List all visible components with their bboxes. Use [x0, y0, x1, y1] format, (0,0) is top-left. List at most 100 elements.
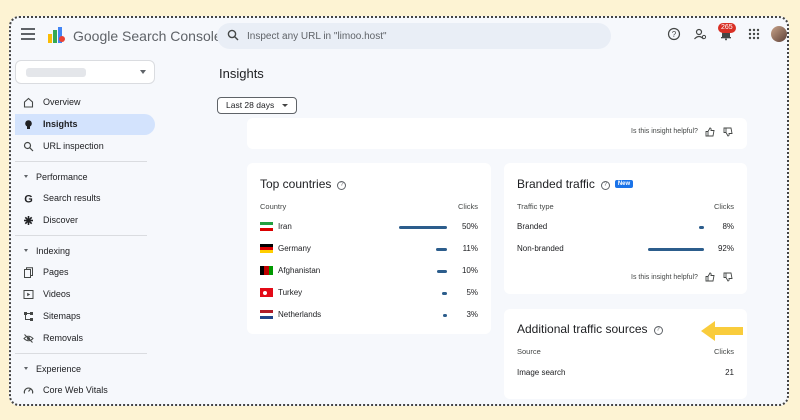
sidebar-section-label: Experience [36, 364, 82, 374]
clicks-percentage: 5% [466, 288, 478, 297]
speed-gauge-icon [23, 387, 34, 394]
sidebar-divider [15, 235, 147, 236]
clicks-percentage: 8% [722, 222, 734, 231]
country-row-netherlands: Netherlands 3% [247, 308, 491, 322]
country-name: Netherlands [278, 310, 322, 319]
app-title: Google Search Console [73, 28, 222, 44]
help-circle-icon[interactable]: ? [337, 181, 347, 190]
visibility-off-icon [23, 334, 34, 343]
clicks-count: 21 [725, 368, 734, 377]
clicks-percentage: 92% [717, 244, 734, 253]
thumbs-up-icon[interactable] [705, 272, 715, 282]
sidebar-divider [15, 161, 147, 162]
pages-icon [24, 267, 33, 278]
new-badge: New [614, 180, 634, 188]
clicks-percentage: 11% [462, 244, 478, 253]
country-row-afghanistan: Afghanistan 10% [247, 264, 491, 278]
top-app-bar: Google Search Console ? 265 [11, 18, 787, 54]
page-title: Insights [219, 66, 264, 81]
apps-grid-icon[interactable] [747, 27, 761, 41]
search-input[interactable] [247, 27, 597, 45]
sidebar-item-removals[interactable]: Removals [15, 328, 155, 349]
column-header-traffic-type: Traffic type [517, 202, 554, 211]
card-title-text: Branded traffic [517, 177, 595, 191]
property-selector[interactable] [15, 60, 155, 84]
country-name: Afghanistan [278, 266, 321, 275]
turkey-flag-icon [260, 288, 273, 297]
sidebar-item-sitemaps[interactable]: Sitemaps [15, 306, 155, 327]
sidebar-item-discover[interactable]: Discover [15, 210, 155, 231]
collapse-caret-icon [24, 249, 28, 252]
sidebar-item-videos[interactable]: Videos [15, 284, 155, 305]
sidebar-section-label: Indexing [36, 246, 71, 256]
help-icon[interactable]: ? [667, 27, 681, 41]
annotation-arrow-icon [701, 321, 743, 341]
sidebar-item-label: Search results [43, 193, 101, 203]
sitemap-icon [24, 312, 33, 321]
branded-traffic-card: Branded traffic? New Traffic type Clicks … [504, 163, 747, 294]
card-title: Additional traffic sources? [517, 322, 663, 336]
country-name: Germany [278, 244, 311, 253]
sidebar-item-pages[interactable]: Pages [15, 262, 155, 283]
clicks-share-bar [443, 314, 447, 317]
germany-flag-icon [260, 244, 273, 253]
column-header-country: Country [260, 202, 287, 211]
clicks-share-bar [436, 248, 447, 251]
column-header-clicks: Clicks [458, 202, 478, 211]
sidebar-item-core-web-vitals[interactable]: Core Web Vitals [15, 380, 155, 401]
menu-icon[interactable] [21, 28, 35, 40]
top-countries-card: Top countries? Country Clicks Iran 50% G… [247, 163, 491, 334]
clicks-share-bar [648, 248, 704, 251]
sidebar-item-label: Removals [43, 333, 84, 343]
sidebar-item-label: Core Web Vitals [43, 385, 108, 395]
source-row-image-search: Image search 21 [504, 366, 747, 380]
sidebar-item-url-inspection[interactable]: URL inspection [15, 136, 155, 157]
collapse-caret-icon [24, 175, 28, 178]
clicks-percentage: 10% [461, 266, 478, 275]
traffic-row-non-branded: Non-branded 92% [504, 242, 747, 256]
sidebar-divider [15, 353, 147, 354]
date-range-dropdown[interactable]: Last 28 days [217, 97, 298, 114]
sidebar-item-search-results[interactable]: G Search results [15, 188, 155, 209]
clicks-share-bar [399, 226, 447, 229]
sidebar-item-label: Discover [43, 215, 79, 225]
helpful-prompt: Is this insight helpful? [631, 274, 698, 281]
sidebar-item-overview[interactable]: Overview [15, 92, 155, 113]
lightbulb-icon [25, 120, 32, 129]
manage-users-icon[interactable] [693, 27, 707, 41]
chevron-down-icon [140, 70, 146, 74]
netherlands-flag-icon [260, 310, 273, 319]
sidebar-item-label: Insights [43, 119, 78, 129]
property-name-redacted [26, 68, 86, 77]
thumbs-up-icon[interactable] [705, 127, 715, 137]
sidebar-item-insights[interactable]: Insights [15, 114, 155, 135]
thumbs-down-icon[interactable] [723, 272, 733, 282]
column-header-clicks: Clicks [714, 347, 734, 356]
video-icon [23, 290, 34, 299]
column-header-source: Source [517, 347, 541, 356]
help-circle-icon[interactable]: ? [600, 181, 610, 190]
discover-asterisk-icon [24, 216, 33, 225]
search-icon [23, 141, 34, 152]
traffic-type-name: Non-branded [517, 244, 564, 253]
sidebar-item-label: Overview [43, 97, 81, 107]
svg-text:?: ? [672, 30, 677, 39]
date-range-label: Last 28 days [226, 100, 275, 110]
card-title-text: Additional traffic sources [517, 322, 648, 336]
thumbs-down-icon[interactable] [723, 127, 733, 137]
user-avatar[interactable] [771, 26, 787, 42]
card-title: Branded traffic? New [517, 177, 634, 191]
google-g-icon: G [24, 194, 33, 205]
insight-card-partial: Is this insight helpful? [247, 118, 747, 149]
clicks-percentage: 3% [466, 310, 478, 319]
afghanistan-flag-icon [260, 266, 273, 275]
search-icon [227, 29, 239, 41]
home-icon [23, 97, 34, 108]
help-circle-icon[interactable]: ? [653, 326, 663, 335]
country-row-turkey: Turkey 5% [247, 286, 491, 300]
country-name: Turkey [278, 288, 303, 297]
url-inspect-search[interactable] [217, 23, 611, 49]
traffic-row-branded: Branded 8% [504, 220, 747, 234]
traffic-type-name: Branded [517, 222, 548, 231]
column-header-clicks: Clicks [714, 202, 734, 211]
